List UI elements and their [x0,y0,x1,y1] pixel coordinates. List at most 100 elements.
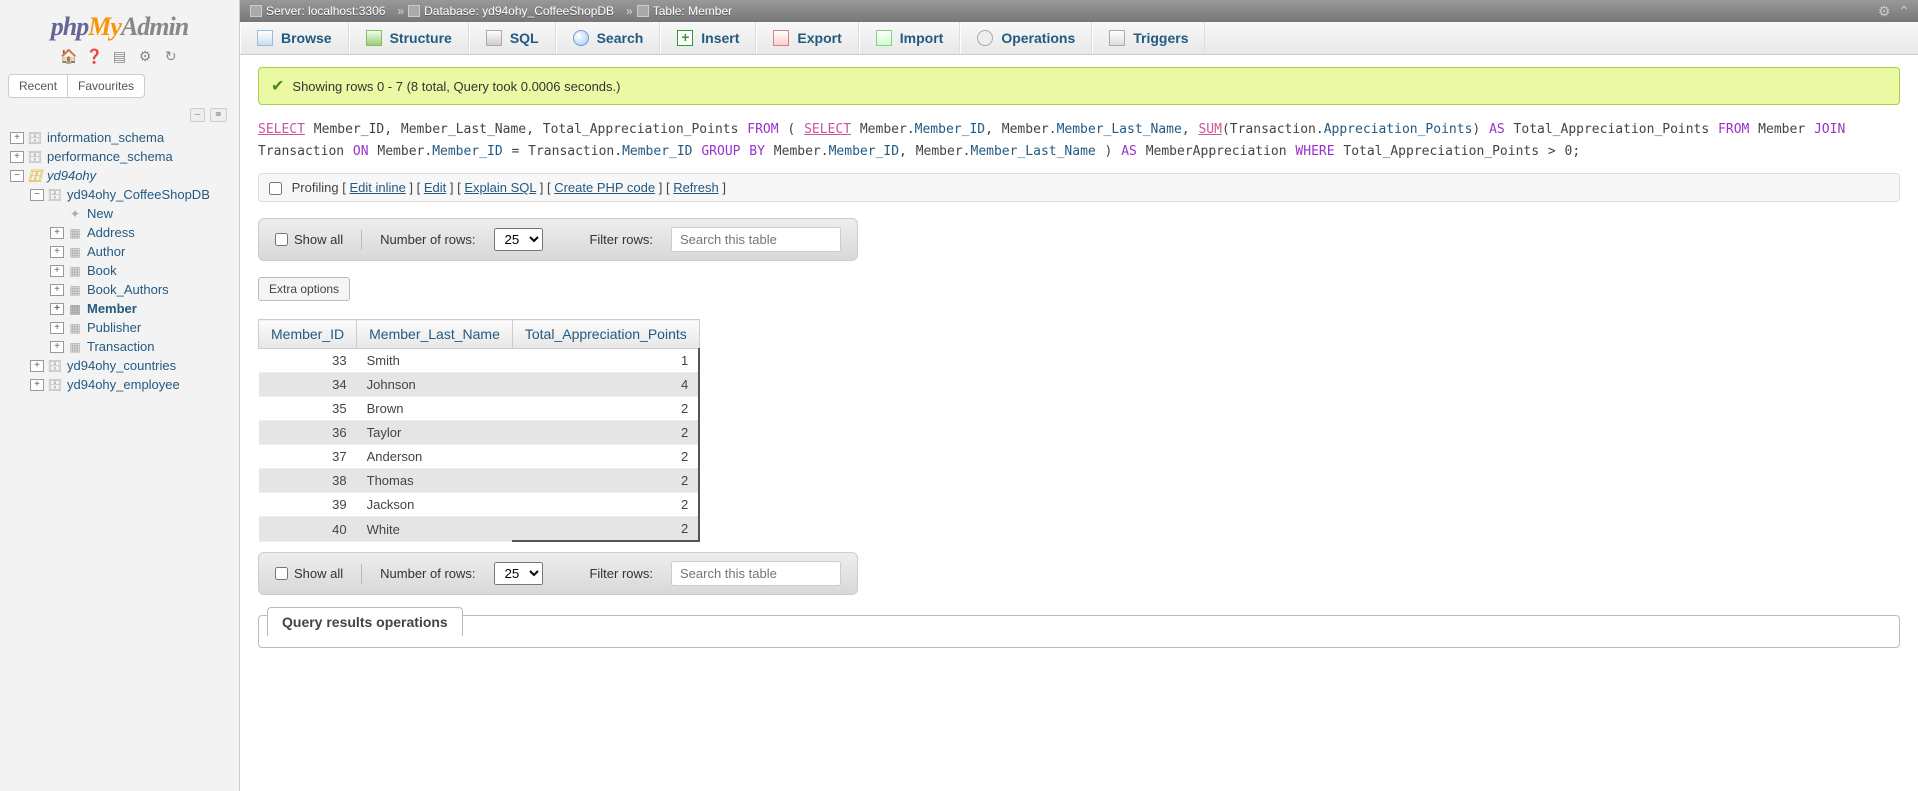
tbl-icon: ▦ [67,321,83,335]
crumb-server[interactable]: Server: localhost:3306 [266,4,385,18]
cell-last-name: Taylor [357,421,513,445]
tree-node-yd94ohy-employee[interactable]: +🗄yd94ohy_employee [6,375,233,394]
tab-operations[interactable]: Operations [960,22,1092,54]
expand-icon[interactable]: − [30,189,44,201]
show-all-checkbox-top[interactable] [275,233,288,246]
create-php-link[interactable]: Create PHP code [554,180,655,195]
expand-icon[interactable]: + [50,303,64,315]
tree-label: Address [87,225,135,240]
tab-export-icon [773,30,789,46]
expand-icon[interactable]: + [50,284,64,296]
table-row[interactable]: 35Brown2 [259,397,700,421]
filter-input-bottom[interactable] [671,561,841,586]
tree-label: Book [87,263,117,278]
edit-link[interactable]: Edit [424,180,446,195]
refresh-link[interactable]: Refresh [673,180,719,195]
tree-node-publisher[interactable]: +▦Publisher [6,318,233,337]
tab-import[interactable]: Import [859,22,961,54]
gear-icon[interactable]: ⚙ [1878,3,1891,19]
tab-structure-label: Structure [390,30,452,46]
reload-icon[interactable]: ↻ [163,48,179,64]
docs-icon[interactable]: ▤ [112,48,128,64]
controls-bar-top: Show all Number of rows: 25 Filter rows: [258,218,858,261]
tab-search[interactable]: Search [556,22,661,54]
controls-bar-bottom: Show all Number of rows: 25 Filter rows: [258,552,858,595]
edit-inline-link[interactable]: Edit inline [349,180,405,195]
tab-sql[interactable]: SQL [469,22,556,54]
tree-node-yd94ohy-countries[interactable]: +🗄yd94ohy_countries [6,356,233,375]
tree-node-new[interactable]: ✦New [6,204,233,223]
tree-node-transaction[interactable]: +▦Transaction [6,337,233,356]
table-row[interactable]: 39Jackson2 [259,493,700,517]
sql-query-display: SELECT Member_ID, Member_Last_Name, Tota… [258,119,1900,163]
logo-php: php [51,12,88,41]
col-header-points[interactable]: Total_Appreciation_Points [512,320,699,349]
query-results-legend: Query results operations [267,607,463,636]
tab-structure[interactable]: Structure [349,22,469,54]
num-rows-label-bottom: Number of rows: [380,566,475,581]
num-rows-select-bottom[interactable]: 25 [494,562,543,585]
logo[interactable]: phpMyAdmin [6,12,233,42]
tab-browse[interactable]: Browse [240,22,349,54]
tab-recent[interactable]: Recent [9,75,68,97]
table-row[interactable]: 37Anderson2 [259,445,700,469]
tab-insert[interactable]: Insert [660,22,756,54]
expand-icon[interactable]: + [10,132,24,144]
expand-icon[interactable]: + [50,227,64,239]
expand-icon[interactable]: + [50,322,64,334]
show-all-bottom[interactable]: Show all [275,566,343,581]
tree-node-yd94ohy[interactable]: −🗄 yd94ohy [6,166,233,185]
show-all-checkbox-bottom[interactable] [275,567,288,580]
crumb-table[interactable]: Table: Member [653,4,732,18]
table-row[interactable]: 34Johnson4 [259,373,700,397]
tree-node-book[interactable]: +▦Book [6,261,233,280]
home-icon[interactable]: 🏠 [60,48,76,64]
collapse-top-icon[interactable]: ⌃ [1898,3,1910,19]
sidebar-tabs: Recent Favourites [8,74,145,98]
expand-icon[interactable]: − [10,170,24,182]
db-tree: +🗄information_schema+🗄performance_schema… [6,128,233,394]
tree-node-address[interactable]: +▦Address [6,223,233,242]
table-row[interactable]: 40White2 [259,517,700,542]
tree-node-book-authors[interactable]: +▦Book_Authors [6,280,233,299]
db-icon: 🗄 [47,378,63,392]
expand-icon[interactable]: + [50,341,64,353]
filter-input-top[interactable] [671,227,841,252]
tab-operations-label: Operations [1001,30,1075,46]
collapse-icon[interactable]: − [190,108,204,122]
profiling-checkbox[interactable] [269,182,282,195]
expand-icon[interactable]: + [30,360,44,372]
link-icon[interactable]: ⚭ [210,108,227,122]
tree-node-information-schema[interactable]: +🗄information_schema [6,128,233,147]
extra-options-button[interactable]: Extra options [258,277,350,301]
logout-icon[interactable]: ❓ [86,48,102,64]
tree-node-author[interactable]: +▦Author [6,242,233,261]
tab-export[interactable]: Export [756,22,858,54]
expand-icon[interactable]: + [50,265,64,277]
expand-icon[interactable]: + [10,151,24,163]
settings-icon[interactable]: ⚙ [137,48,153,64]
tab-search-icon [573,30,589,46]
tab-export-label: Export [797,30,841,46]
table-row[interactable]: 36Taylor2 [259,421,700,445]
db-icon: 🗄 [27,169,43,183]
cell-member-id: 39 [259,493,357,517]
tbl-icon: ▦ [67,245,83,259]
expand-icon[interactable]: + [50,246,64,258]
tree-node-member[interactable]: +▦Member [6,299,233,318]
crumb-database[interactable]: Database: yd94ohy_CoffeeShopDB [424,4,614,18]
tab-triggers[interactable]: Triggers [1092,22,1205,54]
expand-icon[interactable]: + [30,379,44,391]
explain-sql-link[interactable]: Explain SQL [464,180,536,195]
col-header-member-id[interactable]: Member_ID [259,320,357,349]
tab-favourites[interactable]: Favourites [68,75,144,97]
table-row[interactable]: 38Thomas2 [259,469,700,493]
tree-node-yd94ohy-coffeeshopdb[interactable]: −🗄yd94ohy_CoffeeShopDB [6,185,233,204]
show-all-top[interactable]: Show all [275,232,343,247]
col-header-last-name[interactable]: Member_Last_Name [357,320,513,349]
tree-node-performance-schema[interactable]: +🗄performance_schema [6,147,233,166]
query-results-operations: Query results operations [258,615,1900,648]
tree-label: yd94ohy [47,168,96,183]
num-rows-select-top[interactable]: 25 [494,228,543,251]
table-row[interactable]: 33Smith1 [259,349,700,373]
